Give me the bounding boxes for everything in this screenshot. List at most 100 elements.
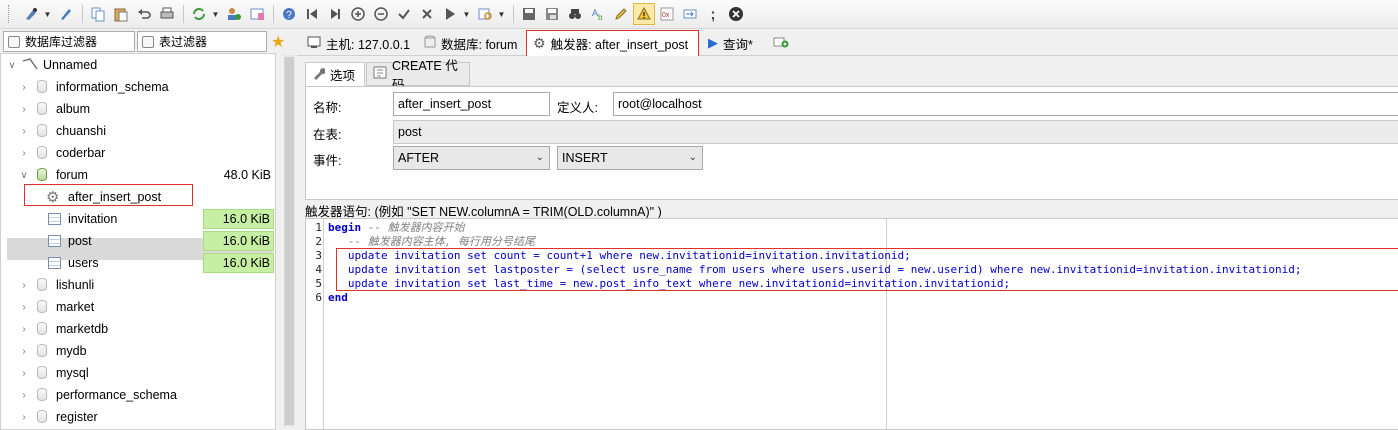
tree-db-row[interactable]: › chuanshi — [1, 120, 275, 142]
chevron-right-icon[interactable]: › — [19, 368, 29, 379]
hex-icon[interactable]: 0x — [656, 3, 678, 25]
undo-icon[interactable] — [133, 3, 155, 25]
user-manager-icon[interactable] — [223, 3, 245, 25]
query-icon[interactable] — [474, 3, 496, 25]
chevron-down-icon[interactable]: ▼ — [462, 10, 471, 19]
print-icon[interactable] — [156, 3, 178, 25]
highlight-box — [336, 248, 1398, 291]
translate-icon[interactable]: Ab — [587, 3, 609, 25]
tree-table-row[interactable]: post 16.0 KiB — [1, 230, 275, 252]
code-keyword: begin — [328, 221, 362, 234]
refresh-icon[interactable] — [188, 3, 210, 25]
tree-db-label: mysql — [56, 366, 89, 380]
db-size: 48.0 KiB — [223, 168, 271, 182]
name-label: 名称: — [313, 101, 342, 115]
chevron-right-icon[interactable]: › — [19, 82, 29, 93]
tree-db-row[interactable]: › mysql — [1, 362, 275, 384]
tree-db-label: market — [56, 300, 95, 314]
tree-db-row[interactable]: › information_schema — [1, 76, 275, 98]
tab-database-label: 数据库: forum — [441, 37, 518, 52]
save-as-icon[interactable] — [541, 3, 563, 25]
tree-db-row[interactable]: › album — [1, 98, 275, 120]
event-label: 事件: — [313, 154, 342, 168]
scrollbar-thumb[interactable] — [285, 57, 294, 425]
connection-icon[interactable] — [20, 3, 42, 25]
tree-db-row[interactable]: › register — [1, 406, 275, 428]
chevron-right-icon[interactable]: › — [19, 126, 29, 137]
chevron-down-icon[interactable]: ∨ — [19, 170, 29, 181]
tab-query[interactable]: ▶ 查询* — [702, 31, 764, 55]
remove-icon[interactable] — [370, 3, 392, 25]
chevron-down-icon[interactable]: ▼ — [43, 10, 52, 19]
chevron-right-icon[interactable]: › — [19, 324, 29, 335]
save-icon[interactable] — [518, 3, 540, 25]
import-icon[interactable] — [246, 3, 268, 25]
chevron-right-icon[interactable]: › — [19, 412, 29, 423]
sql-code-editor[interactable]: 1 2 3 4 5 6 begin -- 触发器内容开始 -- 触发器内容主体,… — [305, 218, 1398, 430]
warning-icon[interactable] — [633, 3, 655, 25]
table-filter-label: 表过滤器 — [159, 35, 208, 49]
toolbar-grip[interactable] — [8, 5, 11, 23]
name-field[interactable]: after_insert_post — [393, 92, 550, 116]
plug-icon[interactable] — [55, 3, 77, 25]
table-field: post — [393, 120, 1398, 144]
prev-icon[interactable] — [324, 3, 346, 25]
event-select[interactable]: INSERT ⌄ — [557, 146, 703, 170]
copy-icon[interactable] — [87, 3, 109, 25]
definer-field[interactable]: root@localhost — [613, 92, 1398, 116]
chevron-right-icon[interactable]: › — [19, 104, 29, 115]
tab-create-code[interactable]: CREATE 代码 — [366, 59, 470, 92]
chevron-down-icon[interactable]: ∨ — [7, 60, 17, 71]
tab-host[interactable]: 主机: 127.0.0.1 — [301, 31, 416, 55]
tree-root[interactable]: ∨ Unnamed — [1, 54, 275, 76]
first-icon[interactable] — [301, 3, 323, 25]
tab-options[interactable]: 选项 — [305, 62, 365, 87]
new-tab-button[interactable] — [767, 31, 791, 55]
favorites-star-icon[interactable]: ★ — [271, 32, 285, 52]
tree-db-row[interactable]: › marketdb — [1, 318, 275, 340]
tree-table-row[interactable]: users 16.0 KiB — [1, 252, 275, 274]
chevron-right-icon[interactable]: › — [19, 148, 29, 159]
table-icon — [142, 35, 154, 48]
tree-db-row[interactable]: › market — [1, 296, 275, 318]
help-icon[interactable]: ? — [278, 3, 300, 25]
tree-scrollbar[interactable] — [276, 53, 295, 430]
chevron-down-icon[interactable]: ▼ — [497, 10, 506, 19]
run-icon[interactable] — [439, 3, 461, 25]
timing-select[interactable]: AFTER ⌄ — [393, 146, 550, 170]
cancel-icon[interactable] — [416, 3, 438, 25]
code-comment: -- 触发器内容开始 — [361, 221, 465, 234]
chevron-right-icon[interactable]: › — [19, 280, 29, 291]
tree-db-label: forum — [56, 168, 88, 182]
check-icon[interactable] — [393, 3, 415, 25]
table-filter-input[interactable]: 表过滤器 — [137, 31, 267, 52]
database-icon — [37, 344, 47, 357]
database-icon — [37, 278, 47, 291]
trigger-form: 名称: after_insert_post 定义人: root@localhos… — [305, 86, 1398, 200]
chevron-right-icon[interactable]: › — [19, 390, 29, 401]
tree-table-row[interactable]: invitation 16.0 KiB — [1, 208, 275, 230]
database-icon — [37, 388, 47, 401]
tree-db-row[interactable]: › mydb — [1, 340, 275, 362]
tree-db-row[interactable]: › performance_schema — [1, 384, 275, 406]
tree-db-label: chuanshi — [56, 124, 107, 138]
binoculars-icon[interactable] — [564, 3, 586, 25]
tree-db-row-forum[interactable]: ∨ forum 48.0 KiB — [1, 164, 275, 186]
database-filter-input[interactable]: 数据库过滤器 — [3, 31, 135, 52]
tree-db-row[interactable]: › coderbar — [1, 142, 275, 164]
semicolon-icon[interactable]: ; — [702, 3, 724, 25]
add-icon[interactable] — [347, 3, 369, 25]
chevron-right-icon[interactable]: › — [19, 346, 29, 357]
paste-icon[interactable] — [110, 3, 132, 25]
tree-db-label: performance_schema — [56, 388, 177, 402]
tab-trigger[interactable]: ⚙ 触发器: after_insert_post — [526, 30, 699, 56]
tree-db-row[interactable]: › lishunli — [1, 274, 275, 296]
chevron-right-icon[interactable]: › — [19, 302, 29, 313]
chevron-down-icon[interactable]: ▼ — [211, 10, 220, 19]
tab-database[interactable]: 数据库: forum — [418, 31, 525, 55]
tree-db-label: register — [56, 410, 98, 424]
stop-icon[interactable] — [725, 3, 747, 25]
wrap-icon[interactable] — [679, 3, 701, 25]
svg-text:0x: 0x — [662, 12, 670, 19]
edit-icon[interactable] — [610, 3, 632, 25]
